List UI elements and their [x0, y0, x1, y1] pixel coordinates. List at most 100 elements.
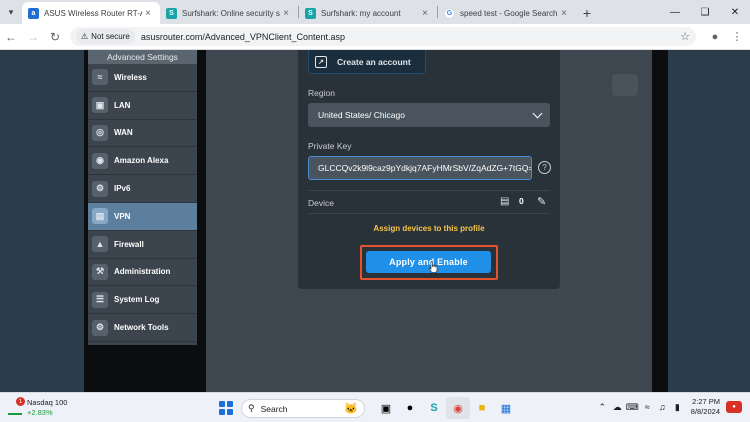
sidebar-item-wan[interactable]: ◎ WAN — [88, 120, 197, 148]
ipv6-icon: ⚙ — [92, 180, 108, 197]
firewall-icon: ▲ — [92, 236, 108, 253]
close-tab-icon[interactable]: × — [558, 8, 570, 19]
sidebar-item-system-log[interactable]: ☰ System Log — [88, 286, 197, 315]
alexa-icon: ◉ — [92, 152, 108, 169]
tab-title: speed test - Google Search — [460, 8, 558, 18]
tab-asus-router[interactable]: a ASUS Wireless Router RT-AX86 × — [22, 2, 160, 24]
task-view-icon[interactable]: ▣ — [374, 397, 398, 419]
create-account-label: Create an account — [337, 56, 411, 67]
close-tab-icon[interactable]: × — [280, 8, 292, 19]
sidebar-item-label: LAN — [114, 100, 131, 110]
apply-highlight-frame: Apply and Enable — [360, 245, 498, 280]
security-chip[interactable]: ⚠ Not secure — [76, 29, 135, 44]
sidebar-item-label: Wireless — [114, 72, 147, 82]
edit-pencil-icon[interactable]: ✎ — [537, 195, 546, 208]
windows-taskbar: 1 Nasdaq 100 +2.83% ⚲ Search 🐱 ▣ ● S ◉ ■… — [0, 392, 750, 422]
globe-icon: ◎ — [92, 124, 108, 141]
sidebar-item-label: System Log — [114, 295, 160, 305]
notifications-icon[interactable]: ● — [726, 401, 742, 413]
sidebar-item-lan[interactable]: ▣ LAN — [88, 92, 197, 120]
close-tab-icon[interactable]: × — [142, 8, 154, 19]
windows-start-icon[interactable] — [219, 401, 233, 415]
url-text[interactable]: asusrouter.com/Advanced_VPNClient_Conten… — [141, 32, 680, 42]
chevron-up-icon[interactable]: ⌃ — [595, 402, 610, 413]
surfshark-favicon-icon: S — [166, 7, 177, 19]
restore-icon[interactable]: ❑ — [690, 0, 720, 24]
surfshark-favicon-icon: S — [305, 7, 316, 19]
wifi-tray-icon[interactable]: ≈ — [640, 402, 655, 412]
media-app-icon[interactable]: ● — [398, 397, 422, 419]
surfshark-app-icon[interactable]: S — [422, 397, 446, 419]
battery-icon[interactable]: ▮ — [670, 402, 685, 413]
sidebar-item-label: Administration — [114, 267, 171, 277]
sidebar-item-administration[interactable]: ⚒ Administration — [88, 259, 197, 287]
sidebar-item-ipv6[interactable]: ⚙ IPv6 — [88, 175, 197, 203]
bookmark-star-icon[interactable]: ☆ — [680, 30, 690, 43]
close-tab-icon[interactable]: × — [419, 8, 431, 19]
taskbar-clock[interactable]: 2:27 PM 8/8/2024 — [691, 397, 720, 417]
warning-icon: ⚠ — [81, 32, 89, 41]
sidebar-item-label: Amazon Alexa — [114, 156, 169, 166]
divider — [308, 190, 550, 191]
ticker-name: Nasdaq 100 — [27, 398, 68, 407]
clock-date: 8/8/2024 — [690, 407, 720, 416]
tab-title: ASUS Wireless Router RT-AX86 — [44, 8, 142, 18]
taskbar-search-box[interactable]: ⚲ Search 🐱 — [241, 399, 365, 418]
sidebar-item-network-tools[interactable]: ⚙ Network Tools — [88, 314, 197, 342]
google-favicon-icon: G — [444, 7, 455, 19]
tab-google-search[interactable]: G speed test - Google Search × — [438, 2, 576, 24]
volume-icon[interactable]: ♫ — [655, 402, 670, 412]
profile-avatar-icon[interactable]: ● — [704, 26, 726, 48]
notification-badge: 1 — [16, 397, 25, 406]
browser-menu-icon[interactable]: ⋮ — [726, 26, 748, 48]
minimize-icon[interactable]: — — [660, 0, 690, 24]
private-key-input[interactable]: GLCCQv2k9l9caz9pYdkjq7AFyHMrSbV/ZqAdZG+7… — [308, 156, 532, 180]
admin-icon: ⚒ — [92, 263, 108, 280]
device-count: 0 — [519, 196, 524, 206]
sidebar-header: Advanced Settings — [88, 50, 197, 64]
forward-arrow-icon[interactable]: → — [22, 26, 44, 48]
close-window-icon[interactable]: ✕ — [720, 0, 750, 24]
cloud-icon[interactable]: ☁ — [610, 402, 625, 413]
router-page: Advanced Settings ≈ Wireless ▣ LAN ◎ WAN… — [0, 50, 750, 392]
help-icon[interactable]: ? — [538, 161, 551, 174]
tab-surfshark-suite[interactable]: S Surfshark: Online security suite × — [160, 2, 298, 24]
reload-icon[interactable]: ↻ — [44, 26, 66, 48]
search-placeholder: Search — [260, 403, 288, 414]
search-highlight-icon: 🐱 — [344, 403, 358, 415]
store-app-icon[interactable]: ▦ — [494, 397, 518, 419]
tab-surfshark-account[interactable]: S Surfshark: my account × — [299, 2, 437, 24]
region-select[interactable]: United States/ Chicago — [308, 103, 550, 127]
stock-ticker-widget[interactable]: 1 Nasdaq 100 +2.83% — [8, 397, 68, 418]
sidebar-item-wireless[interactable]: ≈ Wireless — [88, 64, 197, 92]
tools-icon: ⚙ — [92, 319, 108, 336]
private-key-label: Private Key — [308, 141, 352, 151]
file-explorer-icon[interactable]: ■ — [470, 397, 494, 419]
assign-devices-link[interactable]: Assign devices to this profile — [298, 224, 560, 233]
sidebar-item-label: WAN — [114, 128, 133, 138]
system-tray: ⌃ ☁ ⌨ ≈ ♫ ▮ 2:27 PM 8/8/2024 ● — [595, 397, 742, 417]
lan-icon: ▣ — [92, 97, 108, 114]
address-bar[interactable]: ⚠ Not secure asusrouter.com/Advanced_VPN… — [70, 27, 696, 46]
asus-favicon-icon: a — [28, 7, 39, 19]
right-background-band — [652, 50, 668, 392]
security-chip-label: Not secure — [91, 32, 130, 41]
sidebar-item-firewall[interactable]: ▲ Firewall — [88, 231, 197, 259]
chevron-down-icon — [532, 108, 543, 119]
clock-time: 2:27 PM — [692, 397, 720, 406]
create-account-button[interactable]: ↗ Create an account — [308, 50, 426, 74]
sidebar-item-label: IPv6 — [114, 184, 131, 194]
new-tab-button[interactable]: + — [576, 2, 598, 24]
stock-chart-icon: 1 — [8, 397, 25, 415]
log-icon: ☰ — [92, 291, 108, 308]
sidebar-item-amazon-alexa[interactable]: ◉ Amazon Alexa — [88, 147, 197, 176]
chrome-app-icon[interactable]: ◉ — [446, 397, 470, 419]
sidebar-item-label: Firewall — [114, 239, 144, 249]
tab-search-icon[interactable]: ▾ — [0, 0, 22, 24]
vpn-profile-panel: ↗ Create an account Region United States… — [298, 50, 560, 289]
back-arrow-icon[interactable]: ← — [0, 26, 22, 48]
window-controls: — ❑ ✕ — [660, 0, 750, 24]
sidebar-item-vpn[interactable]: ▤ VPN — [88, 202, 197, 231]
hand-cursor-icon — [428, 261, 438, 273]
keyboard-icon[interactable]: ⌨ — [625, 402, 640, 413]
